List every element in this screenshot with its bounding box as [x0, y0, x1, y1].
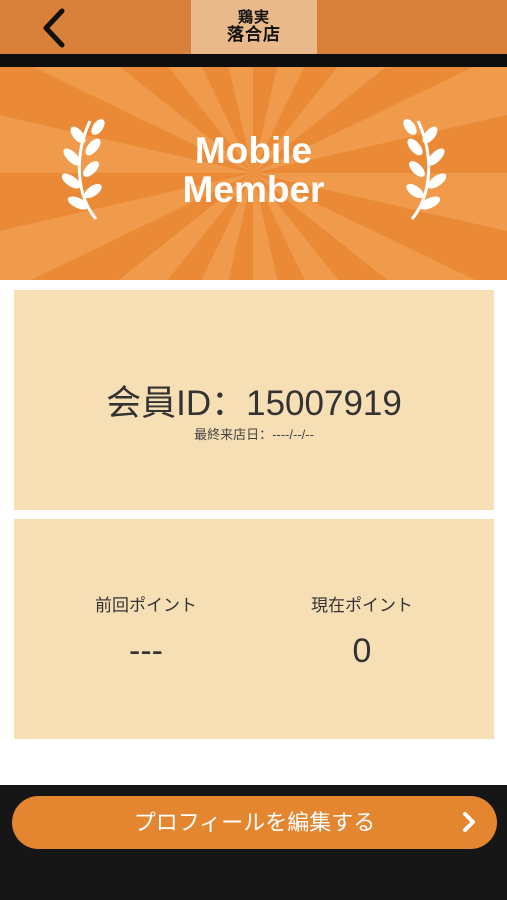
- previous-points-label: 前回ポイント: [95, 596, 197, 615]
- banner-title-line1: Mobile: [194, 130, 313, 171]
- member-id: 会員ID：15007919: [106, 384, 402, 423]
- current-points-label: 現在ポイント: [311, 596, 413, 615]
- current-points: 現在ポイント 0: [242, 591, 482, 671]
- logo-brand: 鶏実: [237, 8, 270, 26]
- store-logo: 鶏実 落合店: [191, 0, 317, 54]
- top-bar: 鶏実 落合店: [0, 0, 507, 54]
- chevron-left-icon: [43, 8, 65, 48]
- member-id-card: 会員ID：15007919 最終来店日：----/--/--: [14, 290, 494, 510]
- points-card: 前回ポイント --- 現在ポイント 0: [14, 519, 494, 739]
- banner-title: Mobile Member: [0, 131, 507, 209]
- banner-title-line2: Member: [182, 169, 325, 210]
- edit-profile-button[interactable]: プロフィールを編集する: [12, 796, 497, 849]
- previous-points: 前回ポイント ---: [26, 591, 266, 671]
- member-banner: Mobile Member: [0, 67, 507, 280]
- edit-profile-label: プロフィールを編集する: [133, 810, 376, 835]
- current-points-value: 0: [352, 632, 372, 670]
- back-button[interactable]: [34, 6, 74, 50]
- logo-store-name: 落合店: [227, 25, 281, 45]
- last-visit-date: 最終来店日：----/--/--: [194, 427, 314, 442]
- chevron-right-icon: [463, 812, 475, 832]
- previous-points-value: ---: [129, 632, 163, 670]
- header-divider: [0, 54, 507, 67]
